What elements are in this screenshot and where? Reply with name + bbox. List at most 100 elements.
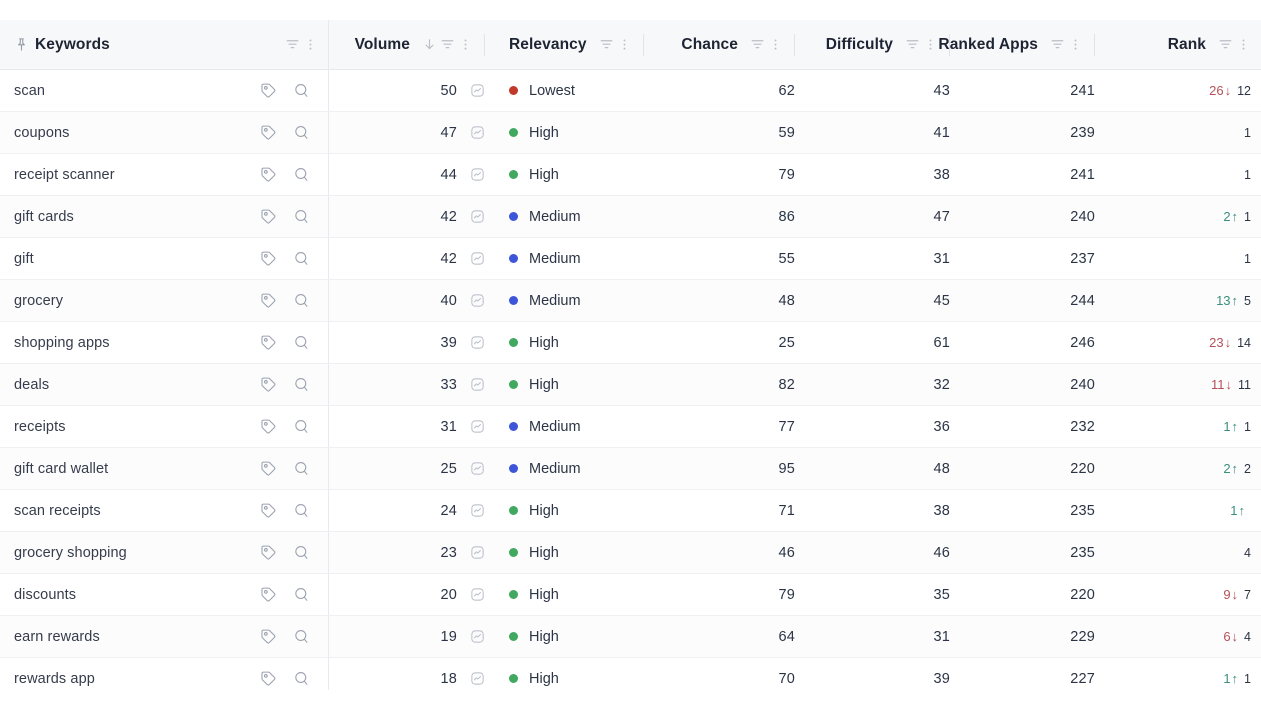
table-row[interactable]: deals 33 High 82 32 240 11 ↓ 11 bbox=[0, 363, 1261, 406]
trend-chart-icon[interactable] bbox=[470, 125, 485, 140]
column-header-ranked-apps[interactable]: Ranked Apps bbox=[938, 20, 1105, 70]
table-row[interactable]: scan 50 Lowest 62 43 241 26 ↓ 12 bbox=[0, 69, 1261, 112]
cell-keyword[interactable]: grocery shopping bbox=[0, 531, 329, 574]
filter-icon[interactable] bbox=[285, 37, 300, 52]
cell-keyword[interactable]: gift cards bbox=[0, 195, 329, 238]
trend-chart-icon[interactable] bbox=[470, 209, 485, 224]
cell-keyword[interactable]: deals bbox=[0, 363, 329, 406]
more-vertical-icon[interactable] bbox=[617, 37, 632, 52]
tag-icon[interactable] bbox=[260, 166, 277, 183]
more-vertical-icon[interactable] bbox=[923, 37, 938, 52]
filter-icon[interactable] bbox=[599, 37, 614, 52]
filter-icon[interactable] bbox=[1050, 37, 1065, 52]
trend-chart-icon[interactable] bbox=[470, 419, 485, 434]
search-icon[interactable] bbox=[293, 628, 310, 645]
column-header-relevancy[interactable]: Relevancy bbox=[495, 20, 660, 70]
more-vertical-icon[interactable] bbox=[303, 37, 318, 52]
tag-icon[interactable] bbox=[260, 670, 277, 687]
cell-keyword[interactable]: gift card wallet bbox=[0, 447, 329, 490]
tag-icon[interactable] bbox=[260, 418, 277, 435]
more-vertical-icon[interactable] bbox=[458, 37, 473, 52]
pin-icon[interactable] bbox=[14, 37, 29, 52]
tag-icon[interactable] bbox=[260, 250, 277, 267]
trend-chart-icon[interactable] bbox=[470, 545, 485, 560]
column-header-difficulty[interactable]: Difficulty bbox=[805, 20, 960, 70]
search-icon[interactable] bbox=[293, 502, 310, 519]
filter-icon[interactable] bbox=[905, 37, 920, 52]
search-icon[interactable] bbox=[293, 460, 310, 477]
table-row[interactable]: gift cards 42 Medium 86 47 240 2 ↑ 1 bbox=[0, 195, 1261, 238]
column-header-rank[interactable]: Rank bbox=[1105, 20, 1261, 70]
tag-icon[interactable] bbox=[260, 544, 277, 561]
trend-chart-icon[interactable] bbox=[470, 629, 485, 644]
table-row[interactable]: earn rewards 19 High 64 31 229 6 ↓ 4 bbox=[0, 615, 1261, 658]
search-icon[interactable] bbox=[293, 670, 310, 687]
table-row[interactable]: grocery 40 Medium 48 45 244 13 ↑ 5 bbox=[0, 279, 1261, 322]
cell-keyword[interactable]: scan receipts bbox=[0, 489, 329, 532]
search-icon[interactable] bbox=[293, 292, 310, 309]
table-row[interactable]: shopping apps 39 High 25 61 246 23 ↓ 14 bbox=[0, 321, 1261, 364]
cell-keyword[interactable]: rewards app bbox=[0, 657, 329, 690]
trend-chart-icon[interactable] bbox=[470, 461, 485, 476]
cell-keyword[interactable]: grocery bbox=[0, 279, 329, 322]
table-row[interactable]: receipts 31 Medium 77 36 232 1 ↑ 1 bbox=[0, 405, 1261, 448]
more-vertical-icon[interactable] bbox=[768, 37, 783, 52]
table-row[interactable]: grocery shopping 23 High 46 46 235 4 bbox=[0, 531, 1261, 574]
tag-icon[interactable] bbox=[260, 292, 277, 309]
cell-keyword[interactable]: earn rewards bbox=[0, 615, 329, 658]
cell-keyword[interactable]: receipt scanner bbox=[0, 153, 329, 196]
trend-chart-icon[interactable] bbox=[470, 335, 485, 350]
search-icon[interactable] bbox=[293, 418, 310, 435]
tag-icon[interactable] bbox=[260, 124, 277, 141]
column-header-volume[interactable]: Volume bbox=[328, 20, 495, 70]
table-row[interactable]: rewards app 18 High 70 39 227 1 ↑ 1 bbox=[0, 657, 1261, 690]
table-row[interactable]: gift 42 Medium 55 31 237 1 bbox=[0, 237, 1261, 280]
search-icon[interactable] bbox=[293, 376, 310, 393]
tag-icon[interactable] bbox=[260, 586, 277, 603]
more-vertical-icon[interactable] bbox=[1236, 37, 1251, 52]
more-vertical-icon[interactable] bbox=[1068, 37, 1083, 52]
search-icon[interactable] bbox=[293, 586, 310, 603]
trend-chart-icon[interactable] bbox=[470, 251, 485, 266]
cell-relevancy: High bbox=[495, 531, 660, 574]
cell-keyword[interactable]: gift bbox=[0, 237, 329, 280]
search-icon[interactable] bbox=[293, 124, 310, 141]
search-icon[interactable] bbox=[293, 82, 310, 99]
arrow-down-icon[interactable] bbox=[422, 37, 437, 52]
tag-icon[interactable] bbox=[260, 628, 277, 645]
column-header-keywords[interactable]: Keywords bbox=[0, 20, 329, 70]
search-icon[interactable] bbox=[293, 544, 310, 561]
filter-icon[interactable] bbox=[1218, 37, 1233, 52]
cell-keyword[interactable]: scan bbox=[0, 69, 329, 112]
cell-keyword[interactable]: receipts bbox=[0, 405, 329, 448]
filter-icon[interactable] bbox=[750, 37, 765, 52]
column-header-chance[interactable]: Chance bbox=[660, 20, 805, 70]
search-icon[interactable] bbox=[293, 208, 310, 225]
trend-chart-icon[interactable] bbox=[470, 167, 485, 182]
cell-keyword[interactable]: coupons bbox=[0, 111, 329, 154]
tag-icon[interactable] bbox=[260, 334, 277, 351]
table-scroll-container[interactable]: Keywords Volume Relevancy Chance Difficu… bbox=[0, 20, 1261, 690]
table-row[interactable]: scan receipts 24 High 71 38 235 1 ↑ bbox=[0, 489, 1261, 532]
trend-chart-icon[interactable] bbox=[470, 671, 485, 686]
tag-icon[interactable] bbox=[260, 376, 277, 393]
tag-icon[interactable] bbox=[260, 82, 277, 99]
table-row[interactable]: discounts 20 High 79 35 220 9 ↓ 7 bbox=[0, 573, 1261, 616]
trend-chart-icon[interactable] bbox=[470, 83, 485, 98]
filter-icon[interactable] bbox=[440, 37, 455, 52]
cell-keyword[interactable]: discounts bbox=[0, 573, 329, 616]
table-row[interactable]: receipt scanner 44 High 79 38 241 1 bbox=[0, 153, 1261, 196]
tag-icon[interactable] bbox=[260, 208, 277, 225]
tag-icon[interactable] bbox=[260, 502, 277, 519]
trend-chart-icon[interactable] bbox=[470, 503, 485, 518]
search-icon[interactable] bbox=[293, 334, 310, 351]
search-icon[interactable] bbox=[293, 166, 310, 183]
search-icon[interactable] bbox=[293, 250, 310, 267]
table-row[interactable]: gift card wallet 25 Medium 95 48 220 2 ↑ 2 bbox=[0, 447, 1261, 490]
tag-icon[interactable] bbox=[260, 460, 277, 477]
cell-keyword[interactable]: shopping apps bbox=[0, 321, 329, 364]
trend-chart-icon[interactable] bbox=[470, 377, 485, 392]
table-row[interactable]: coupons 47 High 59 41 239 1 bbox=[0, 111, 1261, 154]
trend-chart-icon[interactable] bbox=[470, 293, 485, 308]
trend-chart-icon[interactable] bbox=[470, 587, 485, 602]
